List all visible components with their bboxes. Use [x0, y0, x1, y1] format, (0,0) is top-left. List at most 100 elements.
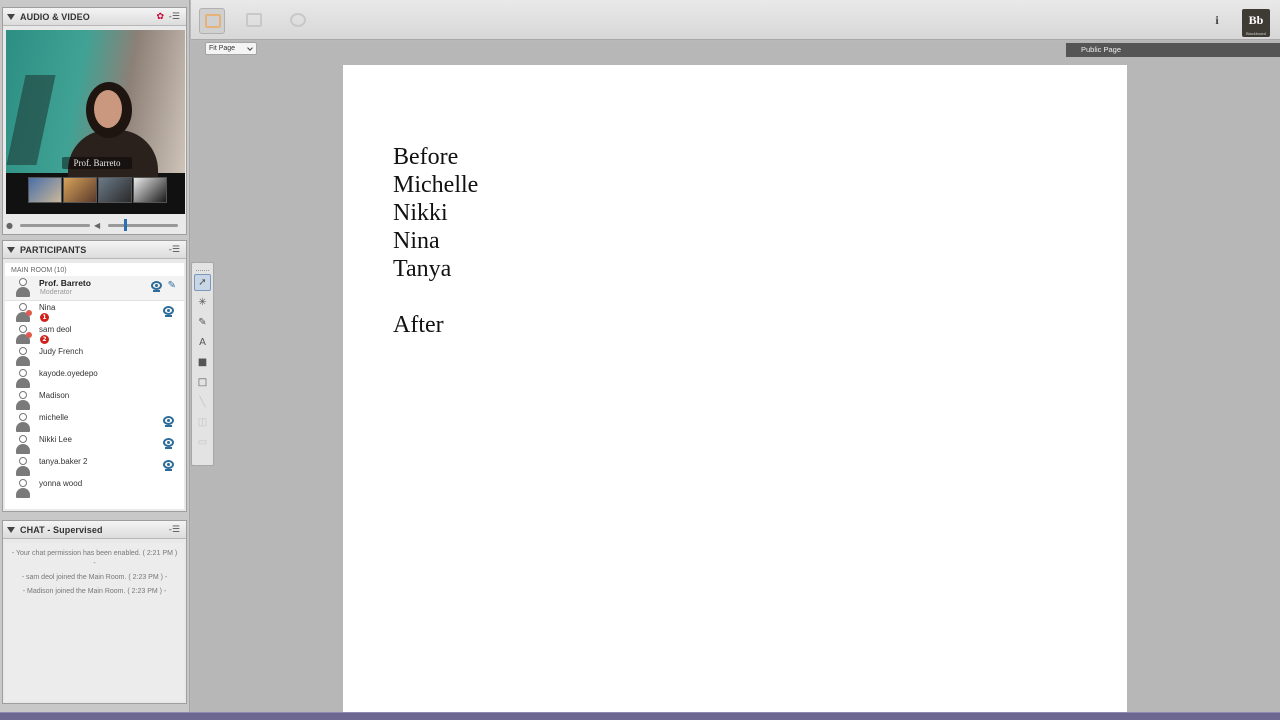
speaker-icon[interactable]: ◀ [94, 221, 104, 230]
audio-video-header[interactable]: AUDIO & VIDEO ✿ -☰ [3, 8, 186, 26]
participants-title: PARTICIPANTS [20, 244, 87, 255]
video-thumbnail[interactable] [63, 177, 97, 203]
slide-text: Before Michelle Nikki Nina Tanya After [393, 143, 478, 339]
filled-rect-tool-icon[interactable]: ■ [194, 354, 211, 371]
slide-line: Nikki [393, 200, 448, 226]
participant-row[interactable]: Madison [5, 389, 184, 411]
whiteboard-area: Fit Page Public Page Before Michelle Nik… [191, 41, 1280, 712]
chat-message: - sam deol joined the Main Room. ( 2:23 … [21, 574, 168, 581]
participant-name: Prof. Barreto [39, 278, 91, 288]
text-tool-icon[interactable]: A [194, 334, 211, 351]
speaker-volume-thumb[interactable] [124, 218, 127, 231]
user-icon [15, 479, 31, 499]
participant-name: Nina [39, 303, 56, 312]
whiteboard-page[interactable]: Before Michelle Nikki Nina Tanya After [343, 65, 1127, 712]
participant-row[interactable]: michelle [5, 411, 184, 433]
slide-line: After [393, 312, 444, 338]
whiteboard-tab[interactable] [199, 8, 225, 34]
hand-raised-icon [26, 332, 32, 338]
user-icon [15, 369, 31, 389]
slide-line: Nina [393, 228, 440, 254]
queue-badge: 2 [40, 335, 49, 344]
clipart-tool-icon[interactable]: ◫ [194, 414, 211, 431]
collapse-triangle-icon[interactable] [7, 13, 15, 20]
line-tool-icon[interactable]: ╲ [194, 394, 211, 411]
mic-volume-slider[interactable] [20, 223, 90, 227]
edit-pencil-icon[interactable]: ✎ [168, 280, 176, 291]
video-feed: Prof. Barreto [6, 30, 185, 180]
video-thumbnails [28, 177, 167, 203]
participant-name: yonna wood [39, 479, 83, 488]
chevron-down-icon [247, 45, 253, 51]
participant-name: michelle [39, 413, 69, 422]
panel-menu-icon[interactable]: -☰ [168, 12, 180, 22]
web-tour-tab[interactable] [285, 8, 311, 34]
camera-icon[interactable] [151, 281, 162, 292]
screenshot-tool-icon[interactable]: ▭ [194, 434, 211, 451]
chat-message: - Your chat permission has been enabled.… [11, 550, 178, 567]
pencil-tool-icon[interactable]: ✎ [194, 314, 211, 331]
chat-messages[interactable]: - Your chat permission has been enabled.… [5, 543, 184, 701]
audio-video-settings-icon[interactable]: ✿ [156, 12, 164, 22]
speaker-volume-slider[interactable] [108, 218, 178, 231]
video-background [6, 75, 56, 165]
audio-video-title: AUDIO & VIDEO [20, 11, 90, 22]
participant-name: sam deol [39, 325, 72, 334]
audio-controls: ● ◀ [6, 218, 185, 232]
participant-name: Judy French [39, 347, 84, 356]
participant-row[interactable]: kayode.oyedepo [5, 367, 184, 389]
audio-video-panel: AUDIO & VIDEO ✿ -☰ Prof. Barreto ● ◀ [2, 7, 187, 235]
microphone-icon[interactable]: ● [6, 221, 16, 230]
chat-title: CHAT - Supervised [20, 524, 103, 535]
participant-name: Nikki Lee [39, 435, 72, 444]
video-speaker-name: Prof. Barreto [62, 157, 132, 169]
rect-tool-icon[interactable]: □ [194, 374, 211, 391]
user-icon [15, 347, 31, 367]
user-icon [15, 391, 31, 411]
app-share-tab[interactable] [241, 8, 267, 34]
participant-row-moderator[interactable]: Prof. Barreto Moderator ✎ [5, 276, 184, 301]
participant-name: Madison [39, 391, 70, 400]
drawing-toolbar: ➚ ✳ ✎ A ■ □ ╲ ◫ ▭ [191, 262, 214, 466]
logo-subtext: Blackboard [1245, 31, 1266, 36]
chat-message: - Madison joined the Main Room. ( 2:23 P… [22, 588, 167, 595]
collapse-triangle-icon[interactable] [7, 246, 15, 253]
participant-row[interactable]: sam deol 2 [5, 323, 184, 345]
participant-row[interactable]: Nikki Lee [5, 433, 184, 455]
moderator-icon [15, 278, 31, 298]
camera-icon[interactable] [163, 460, 174, 471]
participants-header[interactable]: PARTICIPANTS -☰ [3, 241, 186, 259]
public-page-label: Public Page [1066, 43, 1280, 57]
toolbar-grip[interactable] [196, 265, 209, 271]
zoom-dropdown[interactable]: Fit Page [205, 42, 257, 55]
info-button[interactable]: i [1209, 12, 1225, 28]
camera-icon[interactable] [163, 306, 174, 317]
pointer-tool-icon[interactable]: ✳ [194, 294, 211, 311]
video-thumbnail[interactable] [133, 177, 167, 203]
logo-text: Bb [1248, 13, 1264, 27]
slide-line: Michelle [393, 172, 479, 198]
queue-badge: 1 [40, 313, 49, 322]
panel-menu-icon[interactable]: -☰ [168, 525, 180, 535]
collapse-triangle-icon[interactable] [7, 526, 15, 533]
participant-row[interactable]: yonna wood [5, 477, 184, 499]
user-icon [15, 435, 31, 455]
camera-icon[interactable] [163, 416, 174, 427]
panel-menu-icon[interactable]: -☰ [168, 245, 180, 255]
user-icon [15, 457, 31, 477]
participants-list: MAIN ROOM (10) Prof. Barreto Moderator ✎… [5, 263, 184, 509]
participant-row[interactable]: Judy French [5, 345, 184, 367]
chat-header[interactable]: CHAT - Supervised -☰ [3, 521, 186, 539]
camera-icon[interactable] [163, 438, 174, 449]
web-tour-icon [290, 13, 306, 27]
participant-row[interactable]: Nina 1 [5, 301, 184, 323]
chat-panel: CHAT - Supervised -☰ - Your chat permiss… [2, 520, 187, 704]
video-thumbnail[interactable] [28, 177, 62, 203]
video-thumbnail[interactable] [98, 177, 132, 203]
select-tool-icon[interactable]: ➚ [194, 274, 211, 291]
participant-row[interactable]: tanya.baker 2 [5, 455, 184, 477]
participants-panel: PARTICIPANTS -☰ MAIN ROOM (10) Prof. Bar… [2, 240, 187, 512]
slide-line: Tanya [393, 256, 452, 282]
content-toolbar: i Bb Blackboard [191, 0, 1280, 40]
user-icon [15, 413, 31, 433]
